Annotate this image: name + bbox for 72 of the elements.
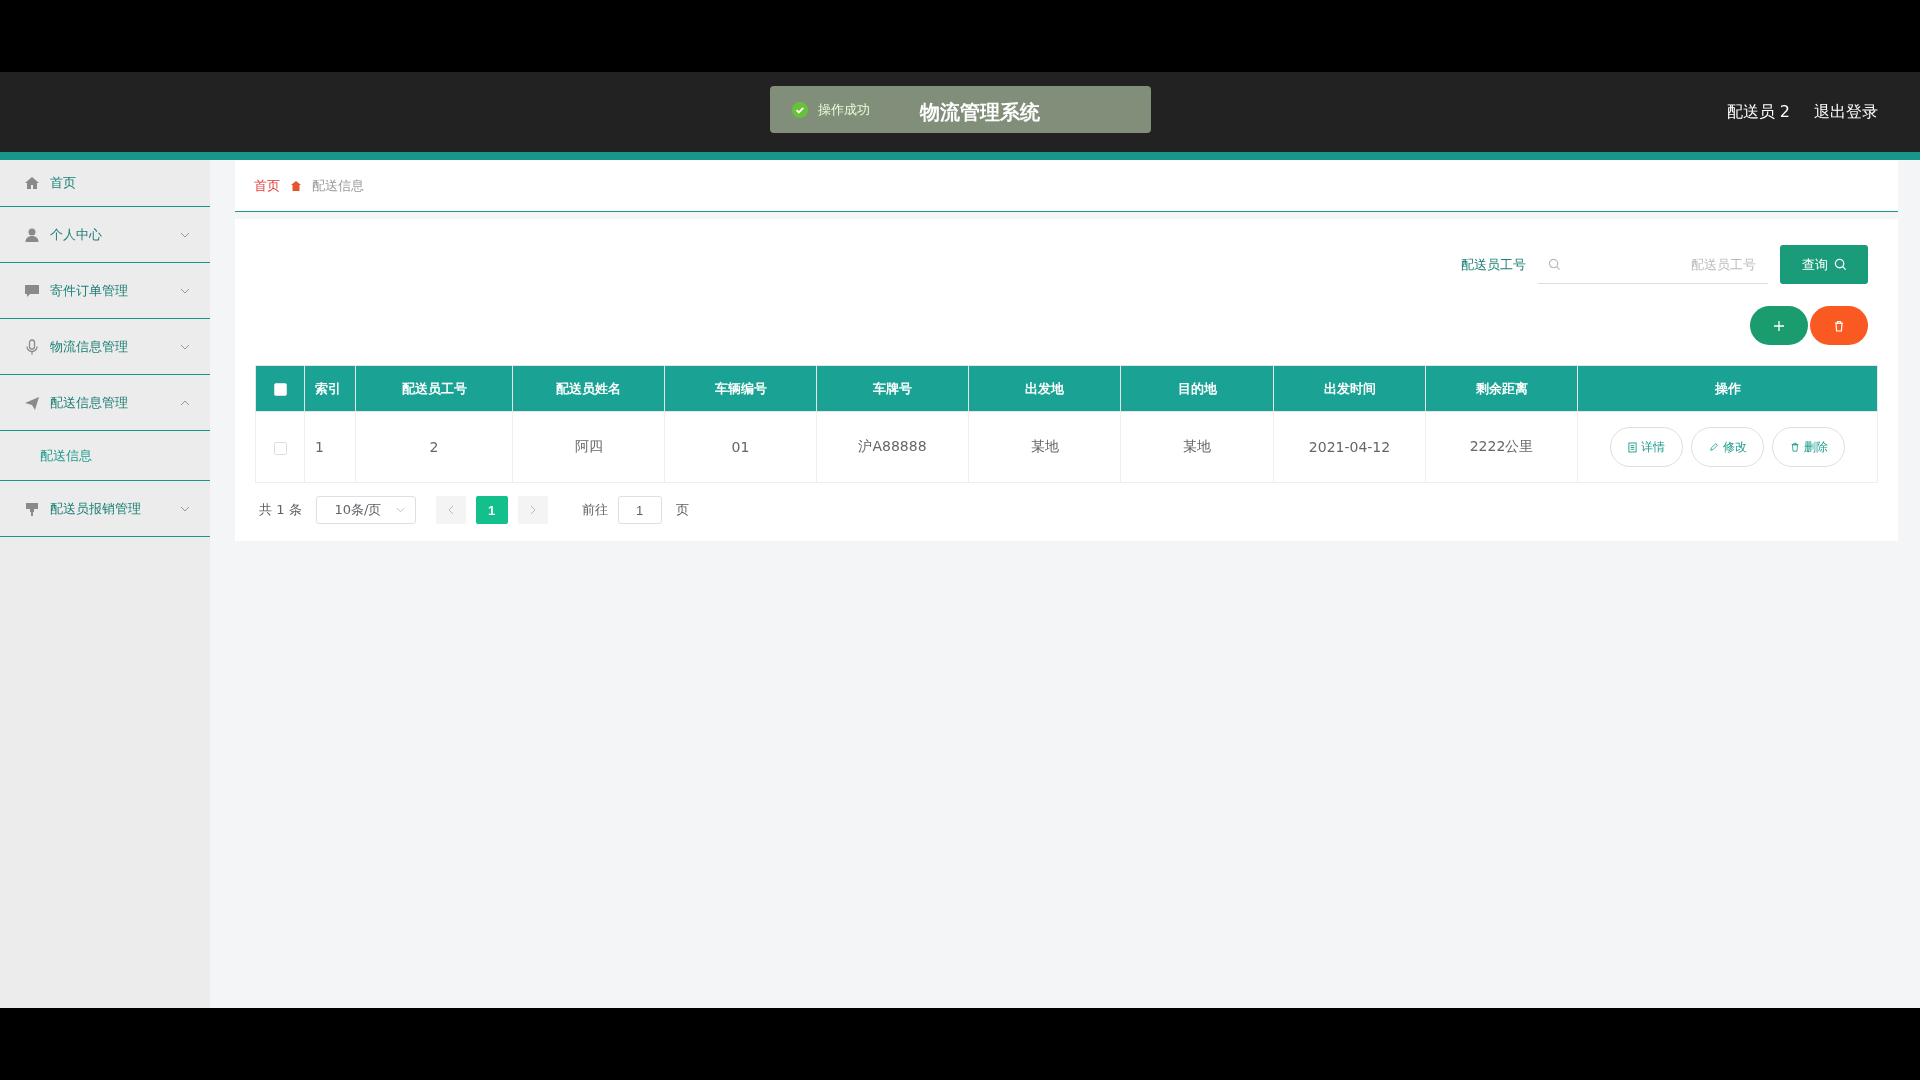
column-header: 目的地 [1120, 365, 1274, 412]
house-icon [290, 179, 302, 192]
app-title: 物流管理系统 [918, 98, 1040, 126]
stamp-icon [24, 500, 40, 517]
column-header: 车牌号 [816, 365, 969, 412]
page-number[interactable]: 1 [475, 496, 508, 524]
menu-item[interactable]: 配送信息管理 [0, 375, 210, 431]
table-cell: 阿四 [512, 411, 665, 483]
goto-label: 前往 [580, 501, 608, 519]
add-button[interactable] [1750, 306, 1808, 345]
breadcrumb-link[interactable]: 首页 [254, 176, 280, 195]
home-icon [24, 175, 40, 191]
chevron-icon [180, 399, 190, 406]
trash-icon [1789, 442, 1800, 452]
column-header: 操作 [1577, 365, 1878, 412]
total-count: 共 1 条 [258, 501, 302, 519]
select-all-checkbox[interactable] [273, 383, 287, 396]
table-cell: 2021-04-12 [1273, 411, 1426, 483]
column-header: 出发时间 [1273, 365, 1426, 412]
table-cell: 1 [304, 411, 356, 483]
page-unit: 页 [674, 501, 689, 519]
page-input[interactable]: 1 [617, 496, 662, 524]
table-cell: 某地 [1120, 411, 1274, 483]
toast-text: 操作成功 [818, 100, 870, 119]
edit-button[interactable]: 修改 [1691, 427, 1764, 467]
column-header: 配送员姓名 [512, 365, 665, 412]
search-field[interactable]: 配送员工号 [1538, 245, 1768, 284]
chevron-icon [180, 287, 190, 294]
microphone-icon [24, 338, 40, 355]
chevron-icon [180, 231, 190, 238]
chevron-icon [180, 505, 190, 512]
table-cell: 某地 [968, 411, 1121, 483]
query-button[interactable]: 查询 [1780, 245, 1868, 284]
menu-item[interactable]: 个人中心 [0, 207, 210, 263]
search-icon [1548, 257, 1561, 271]
table-cell: 沪A88888 [816, 411, 969, 483]
search-input[interactable]: 配送员工号 [1567, 255, 1758, 273]
pencil-icon [1708, 442, 1719, 452]
user-icon [24, 226, 40, 243]
document-icon [1628, 441, 1637, 453]
page-size-select[interactable]: 10条/页 [315, 496, 416, 524]
table-cell: 01 [664, 411, 817, 483]
menu-item[interactable]: 寄件订单管理 [0, 263, 210, 319]
row-checkbox[interactable] [273, 441, 287, 455]
column-header: 索引 [304, 365, 356, 412]
chevron-icon [180, 343, 190, 350]
plus-icon [1773, 319, 1785, 332]
chevron-left-icon [447, 504, 454, 515]
menu-item[interactable]: 物流信息管理 [0, 319, 210, 375]
column-header: 剩余距离 [1425, 365, 1578, 412]
trash-icon [1833, 319, 1845, 332]
column-header: 车辆编号 [664, 365, 817, 412]
chevron-right-icon [529, 504, 536, 515]
table-cell: 2 [355, 411, 513, 483]
menu-item[interactable]: 首页 [0, 160, 210, 207]
chat-icon [24, 282, 40, 299]
search-icon [1833, 258, 1847, 271]
table-cell: 2222公里 [1425, 411, 1578, 483]
column-header: 配送员工号 [355, 365, 513, 412]
delete-row-button[interactable]: 删除 [1772, 427, 1845, 467]
menu-item[interactable]: 配送员报销管理 [0, 481, 210, 537]
search-label: 配送员工号 [1461, 255, 1526, 274]
check-circle-icon [792, 101, 808, 118]
chevron-down-icon [395, 507, 405, 513]
breadcrumb-link[interactable]: 配送信息 [312, 176, 364, 195]
column-header: 出发地 [968, 365, 1121, 412]
delete-button[interactable] [1810, 306, 1868, 345]
username: 配送员 2 [1726, 101, 1790, 123]
detail-button[interactable]: 详情 [1610, 427, 1683, 467]
paper-plane-icon [24, 394, 40, 411]
submenu-item[interactable]: 配送信息 [0, 431, 210, 481]
logout-link[interactable]: 退出登录 [1814, 101, 1878, 123]
